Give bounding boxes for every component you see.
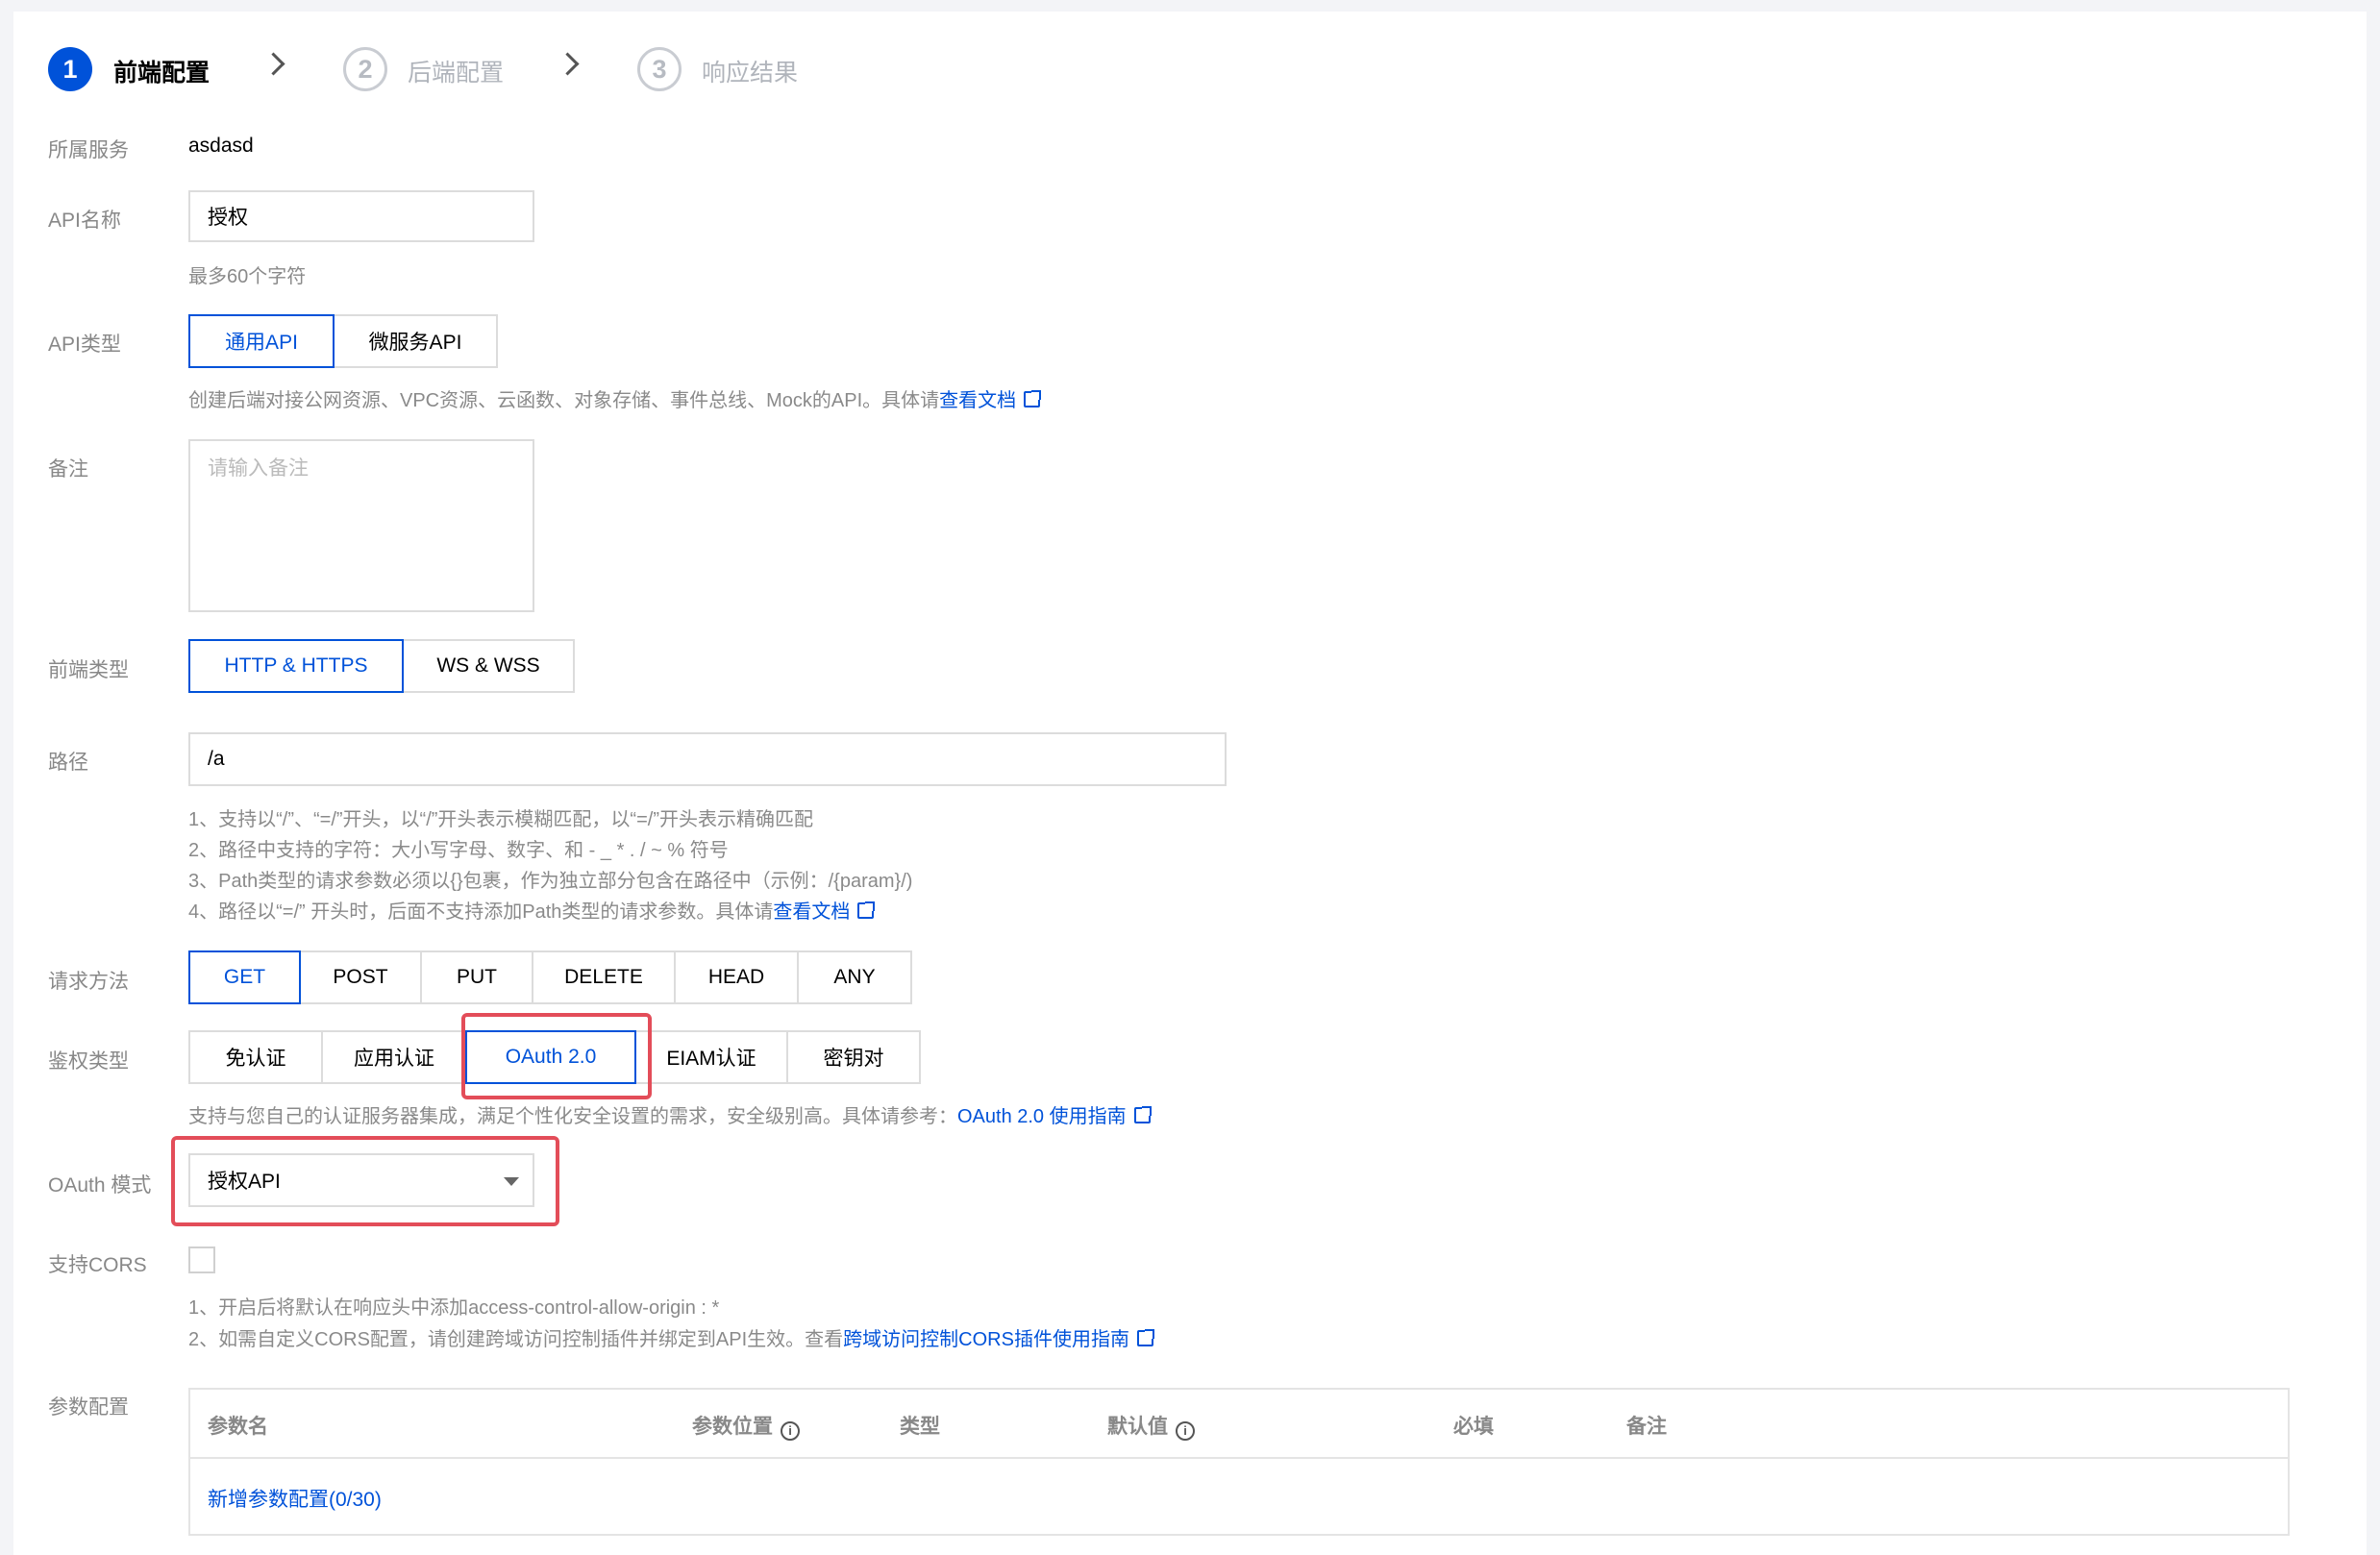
col-required: 必填 — [1453, 1416, 1494, 1438]
api-type-microservice-button[interactable]: 微服务API — [333, 314, 498, 368]
method-post-button[interactable]: POST — [299, 950, 422, 1004]
col-remark: 备注 — [1626, 1416, 1667, 1438]
cors-guide-link[interactable]: 跨域访问控制CORS插件使用指南 — [843, 1329, 1129, 1350]
cors-label: 支持CORS — [48, 1254, 147, 1276]
step-3-label[interactable]: 响应结果 — [702, 54, 798, 88]
step-1-number: 1 — [62, 54, 78, 84]
oauth-mode-highlight-box — [171, 1136, 559, 1226]
path-value: /a — [208, 748, 225, 770]
cors-hint-2: 2、如需自定义CORS配置，请创建跨域访问控制插件并绑定到API生效。查看跨域访… — [188, 1323, 1154, 1351]
method-head-button[interactable]: HEAD — [674, 950, 799, 1004]
cors-checkbox[interactable] — [188, 1246, 215, 1273]
add-param-link[interactable]: 新增参数配置(0/30) — [208, 1484, 382, 1513]
col-default: 默认值 i — [1107, 1411, 1195, 1441]
path-hint-4-text: 4、路径以“=/” 开头时，后面不支持添加Path类型的请求参数。具体请 — [188, 901, 774, 923]
api-type-docs-link[interactable]: 查看文档 — [939, 390, 1016, 411]
method-any-button[interactable]: ANY — [797, 950, 912, 1004]
col-type: 类型 — [900, 1416, 940, 1438]
external-link-icon[interactable] — [857, 901, 876, 919]
auth-app-button[interactable]: 应用认证 — [321, 1030, 467, 1084]
api-name-input[interactable]: 授权 — [188, 190, 534, 242]
auth-eiam-button[interactable]: EIAM认证 — [634, 1030, 788, 1084]
remark-placeholder: 请输入备注 — [208, 457, 309, 480]
path-hint-1: 1、支持以“/”、“=/”开头，以“/”开头表示模糊匹配，以“=/”开头表示精确… — [188, 809, 813, 830]
api-name-value: 授权 — [208, 207, 248, 229]
col-param-position-text: 参数位置 — [692, 1416, 773, 1438]
api-type-general-button[interactable]: 通用API — [188, 314, 335, 368]
method-delete-button[interactable]: DELETE — [532, 950, 676, 1004]
api-type-label: API类型 — [48, 333, 121, 356]
auth-none-button[interactable]: 免认证 — [188, 1030, 323, 1084]
external-link-icon[interactable] — [1024, 390, 1042, 407]
params-table: 参数名 参数位置 i 类型 默认值 i 必填 备注 新增参数配置(0/30) — [188, 1388, 2290, 1536]
remark-label: 备注 — [48, 458, 88, 481]
col-param-name: 参数名 — [208, 1416, 268, 1438]
method-segmented: GET POST PUT DELETE HEAD ANY — [188, 950, 912, 1004]
step-2-label[interactable]: 后端配置 — [408, 54, 504, 88]
path-input[interactable]: /a — [188, 732, 1227, 786]
step-3-number: 3 — [652, 54, 667, 84]
method-get-button[interactable]: GET — [188, 950, 301, 1004]
external-link-icon[interactable] — [1133, 1106, 1152, 1123]
external-link-icon[interactable] — [1136, 1329, 1154, 1346]
auth-type-label: 鉴权类型 — [48, 1050, 129, 1073]
path-label: 路径 — [48, 752, 88, 774]
api-type-hint-text: 创建后端对接公网资源、VPC资源、云函数、对象存储、事件总线、Mock的API。… — [188, 390, 940, 411]
frontend-http-button[interactable]: HTTP & HTTPS — [188, 639, 404, 693]
path-hint-3: 3、Path类型的请求参数必须以{}包裹，作为独立部分包含在路径中（示例：/{p… — [188, 871, 913, 892]
frontend-ws-button[interactable]: WS & WSS — [402, 639, 575, 693]
api-name-label: API名称 — [48, 210, 121, 232]
oauth-guide-link[interactable]: OAuth 2.0 使用指南 — [957, 1106, 1127, 1127]
api-type-hint: 创建后端对接公网资源、VPC资源、云函数、对象存储、事件总线、Mock的API。… — [188, 384, 1042, 412]
auth-hint-text: 支持与您自己的认证服务器集成，满足个性化安全设置的需求，安全级别高。具体请参考： — [188, 1106, 957, 1127]
auth-keypair-button[interactable]: 密钥对 — [786, 1030, 921, 1084]
service-value: asdasd — [188, 135, 254, 157]
auth-type-segmented: 免认证 应用认证 OAuth 2.0 EIAM认证 密钥对 — [188, 1030, 921, 1084]
col-default-text: 默认值 — [1107, 1416, 1168, 1438]
frontend-type-label: 前端类型 — [48, 659, 129, 681]
auth-oauth-button[interactable]: OAuth 2.0 — [465, 1030, 636, 1084]
cors-hint-1: 1、开启后将默认在响应头中添加access-control-allow-orig… — [188, 1297, 720, 1319]
method-label: 请求方法 — [48, 971, 129, 993]
cors-hint-2-text: 2、如需自定义CORS配置，请创建跨域访问控制插件并绑定到API生效。查看 — [188, 1329, 844, 1350]
step-2-number: 2 — [358, 54, 373, 84]
path-hint-2: 2、路径中支持的字符：大小写字母、数字、和 - _ * . / ~ % 符号 — [188, 840, 729, 861]
api-name-hint: 最多60个字符 — [188, 266, 307, 287]
auth-hint: 支持与您自己的认证服务器集成，满足个性化安全设置的需求，安全级别高。具体请参考：… — [188, 1100, 1152, 1128]
path-docs-link[interactable]: 查看文档 — [773, 901, 850, 923]
method-put-button[interactable]: PUT — [420, 950, 533, 1004]
step-1-indicator: 1 — [48, 47, 92, 91]
params-table-header: 参数名 参数位置 i 类型 默认值 i 必填 备注 — [190, 1390, 2288, 1459]
step-1-label[interactable]: 前端配置 — [113, 54, 210, 88]
remark-textarea[interactable]: 请输入备注 — [188, 439, 534, 612]
col-param-position: 参数位置 i — [692, 1411, 800, 1441]
path-hint-4: 4、路径以“=/” 开头时，后面不支持添加Path类型的请求参数。具体请查看文档 — [188, 896, 876, 924]
api-type-segmented: 通用API 微服务API — [188, 314, 498, 368]
frontend-type-segmented: HTTP & HTTPS WS & WSS — [188, 639, 575, 693]
step-3-indicator: 3 — [637, 47, 682, 91]
step-2-indicator: 2 — [343, 47, 387, 91]
info-icon[interactable]: i — [1176, 1421, 1195, 1441]
info-icon[interactable]: i — [781, 1421, 800, 1441]
service-label: 所属服务 — [48, 139, 129, 161]
params-label: 参数配置 — [48, 1396, 129, 1419]
oauth-mode-label: OAuth 模式 — [48, 1174, 152, 1197]
